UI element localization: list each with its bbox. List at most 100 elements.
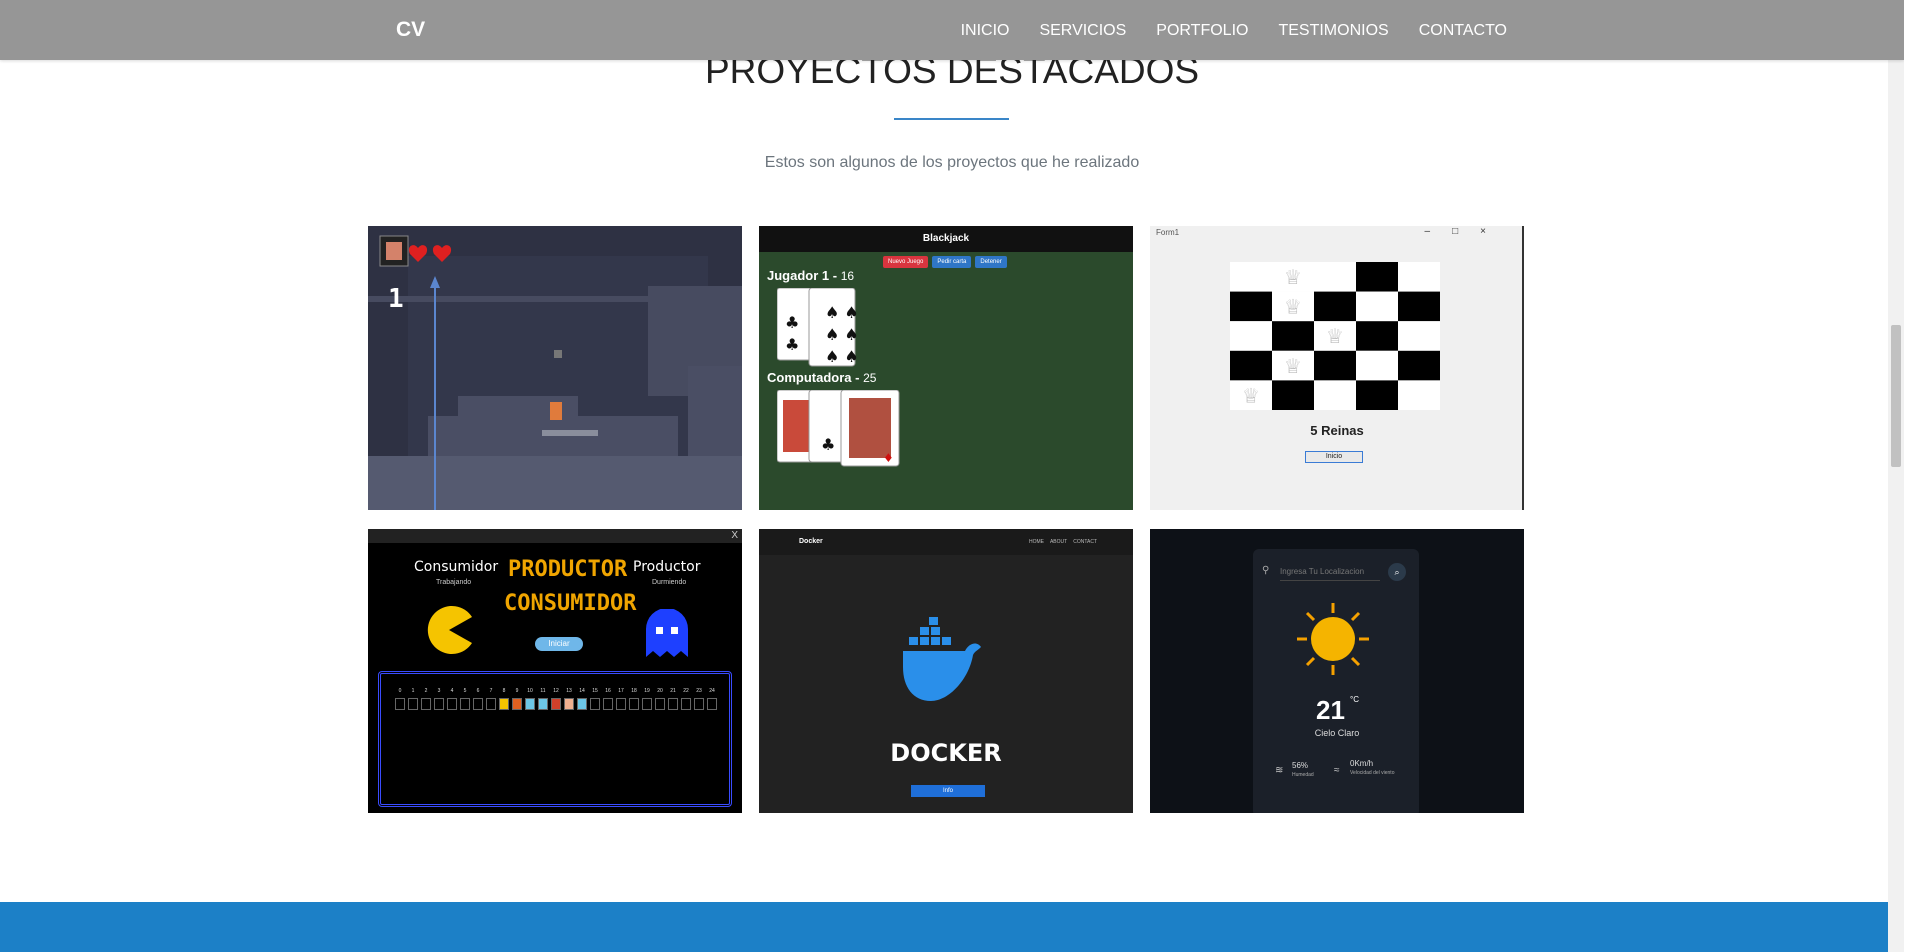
buffer-slot-number: 7: [489, 688, 493, 694]
nav-link-contacto[interactable]: CONTACTO: [1419, 22, 1507, 40]
docker-nav-home[interactable]: HOME: [1029, 539, 1044, 545]
svg-text:♠ ♠: ♠ ♠: [825, 347, 859, 366]
buffer-slot-box: [668, 698, 678, 710]
buffer-slot-box: [460, 698, 470, 710]
hit-button[interactable]: Pedir carta: [932, 256, 972, 268]
buffer-slot-number: 12: [553, 688, 559, 694]
board-cell: [1230, 262, 1272, 292]
buffer-slot: 10: [525, 688, 535, 710]
buffer-slot-box: [447, 698, 457, 710]
humidity-label: Humedad: [1292, 772, 1314, 778]
buffer-slot-number: 24: [709, 688, 715, 694]
queen-icon: ♕: [1242, 383, 1260, 407]
nav-menu: INICIO SERVICIOS PORTFOLIO TESTIMONIOS C…: [961, 22, 1507, 40]
player-label: Jugador 1 - 16: [767, 268, 854, 283]
prodcons-titlebar: [368, 529, 742, 543]
board-cell: [1356, 291, 1398, 322]
new-game-button[interactable]: Nuevo Juego: [883, 256, 929, 268]
page: CV INICIO SERVICIOS PORTFOLIO TESTIMONIO…: [0, 0, 1904, 952]
project-blackjack[interactable]: Blackjack Nuevo Juego Pedir carta Detene…: [759, 226, 1133, 510]
ghost-icon: [646, 609, 688, 657]
weather-description: Cielo Claro: [1314, 728, 1360, 738]
buffer-slot-number: 23: [696, 688, 702, 694]
buffer-slot: 15: [590, 688, 600, 710]
player-score: 16: [840, 269, 855, 283]
board-cell: [1314, 380, 1356, 410]
buffer-slot-box: [408, 698, 418, 710]
prodcons-close[interactable]: X: [731, 530, 738, 541]
buffer-slot: 4: [447, 688, 457, 710]
prodcons-start-button[interactable]: Iniciar: [535, 637, 583, 651]
board-cell: [1314, 350, 1356, 381]
prodcons-title-1: PRODUCTOR: [508, 557, 628, 582]
buffer-slot-box: [421, 698, 431, 710]
board-cell: [1314, 291, 1356, 322]
buffer-slot-box: [499, 698, 509, 710]
buffer-slot-number: 8: [502, 688, 506, 694]
buffer-slots: 0 1 2 3 4 5 6 7 8 9 10 11 12 13 14 15 16 17 18 19 20 21 22 23 24: [381, 674, 729, 710]
docker-title: DOCKER: [890, 739, 1002, 767]
buffer-slot: 18: [629, 688, 639, 710]
section-subtitle: Estos son algunos de los proyectos que h…: [764, 154, 1140, 171]
project-weather[interactable]: ⚲ Ingresa Tu Localizacion ⌕ 21 °C Cielo …: [1150, 529, 1524, 813]
project-docker[interactable]: Docker HOME ABOUT CONTACT DOCKER Info: [759, 529, 1133, 813]
svg-text:♣: ♣: [785, 313, 799, 332]
buffer-slot-box: [434, 698, 444, 710]
page-scrollbar[interactable]: [1888, 0, 1904, 952]
brand-logo[interactable]: CV: [396, 18, 425, 42]
queens-board: ♕ ♕ ♕ ♕ ♕: [1230, 262, 1440, 410]
buffer-slot-number: 4: [450, 688, 454, 694]
consumer-title: Consumidor: [414, 559, 499, 575]
board-cell: [1356, 321, 1398, 351]
board-cell: [1356, 380, 1398, 410]
temperature-unit: °C: [1350, 695, 1359, 704]
consumer-status: Trabajando: [436, 579, 472, 586]
buffer-slot-number: 10: [527, 688, 533, 694]
pacman-icon: [427, 606, 472, 654]
buffer-slot-number: 13: [566, 688, 572, 694]
docker-nav-contact[interactable]: CONTACT: [1073, 539, 1097, 545]
project-platformer[interactable]: 1: [368, 226, 742, 510]
queen-icon: ♕: [1284, 265, 1302, 289]
board-cell: [1314, 262, 1356, 292]
nav-link-inicio[interactable]: INICIO: [961, 22, 1010, 40]
producer-title: Productor: [633, 559, 701, 575]
buffer-slot-number: 21: [670, 688, 676, 694]
docker-nav-logo: Docker: [799, 538, 823, 545]
buffer-slot-box: [473, 698, 483, 710]
buffer-slot-number: 15: [592, 688, 598, 694]
buffer-slot-box: [642, 698, 652, 710]
platformer-score: 1: [388, 284, 404, 314]
buffer-slot: 19: [642, 688, 652, 710]
buffer-slot-box: [681, 698, 691, 710]
wind-icon: ≈: [1334, 765, 1340, 776]
buffer-slot: 7: [486, 688, 496, 710]
location-search-input[interactable]: Ingresa Tu Localizacion: [1280, 567, 1380, 581]
nav-link-servicios[interactable]: SERVICIOS: [1039, 22, 1126, 40]
navbar: CV INICIO SERVICIOS PORTFOLIO TESTIMONIO…: [0, 0, 1904, 60]
title-divider: [894, 118, 1009, 120]
docker-nav-about[interactable]: ABOUT: [1050, 539, 1067, 545]
buffer-slot-box: [603, 698, 613, 710]
buffer-slot-number: 9: [515, 688, 519, 694]
prodcons-title-2: CONSUMIDOR: [504, 591, 637, 616]
board-cell: [1398, 350, 1440, 381]
humidity-value: 56%: [1292, 761, 1309, 770]
search-icon[interactable]: ⌕: [1388, 563, 1406, 581]
scrollbar-thumb[interactable]: [1891, 325, 1901, 467]
buffer-slot-box: [694, 698, 704, 710]
nav-link-testimonios[interactable]: TESTIMONIOS: [1278, 22, 1388, 40]
platformer-screenshot: [368, 226, 742, 510]
project-producer-consumer[interactable]: X Consumidor Trabajando PRODUCTOR CONSUM…: [368, 529, 742, 813]
board-cell: [1230, 291, 1272, 322]
buffer-slot-number: 14: [579, 688, 585, 694]
board-cell: [1272, 321, 1314, 351]
stand-button[interactable]: Detener: [975, 256, 1007, 268]
sun-icon: [1297, 603, 1369, 675]
buffer-slot: 23: [694, 688, 704, 710]
queen-icon: ♕: [1284, 295, 1302, 319]
queens-start-button[interactable]: Inicio: [1305, 451, 1363, 463]
project-five-queens[interactable]: Form1 –□× ♕ ♕ ♕ ♕ ♕ 5 Reinas Inicio: [1150, 226, 1524, 510]
nav-link-portfolio[interactable]: PORTFOLIO: [1156, 22, 1248, 40]
docker-info-button[interactable]: Info: [911, 785, 985, 797]
